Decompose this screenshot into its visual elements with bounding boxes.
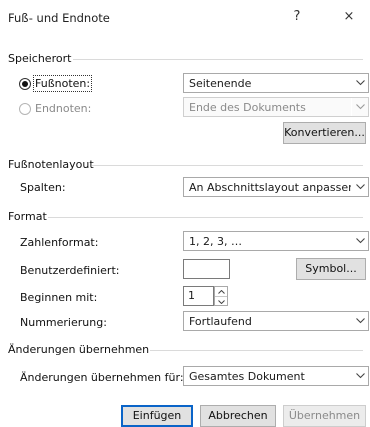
endnotes-position-select[interactable]: Ende des Dokuments: [183, 97, 369, 117]
section-divider: [92, 165, 363, 166]
dialog-title: Fuß- und Endnote: [8, 11, 110, 25]
chevron-down-icon: [351, 367, 368, 385]
footnotes-label: Fußnoten:: [32, 75, 93, 92]
convert-button[interactable]: Konvertieren...: [283, 122, 366, 144]
footnotes-position-select[interactable]: Seitenende: [183, 73, 369, 93]
endnotes-label: Endnoten:: [35, 102, 92, 115]
section-divider: [150, 350, 363, 351]
spin-up-icon[interactable]: [215, 287, 227, 296]
columns-label: Spalten:: [20, 181, 66, 194]
numbering-label: Nummerierung:: [20, 316, 107, 329]
number-format-value: 1, 2, 3, …: [189, 234, 242, 248]
numbering-select[interactable]: Fortlaufend: [183, 311, 369, 331]
numbering-value: Fortlaufend: [189, 314, 252, 328]
section-title-apply: Änderungen übernehmen: [8, 343, 150, 356]
endnotes-radio[interactable]: [19, 103, 31, 115]
insert-button[interactable]: Einfügen: [121, 405, 193, 427]
section-title-format: Format: [8, 210, 47, 223]
section-divider: [73, 59, 363, 60]
custom-mark-input[interactable]: [183, 259, 230, 279]
columns-value: An Abschnittslayout anpassen: [189, 180, 351, 194]
help-button[interactable]: ?: [283, 6, 311, 28]
section-divider: [48, 217, 363, 218]
spin-down-icon[interactable]: [215, 297, 227, 306]
footnotes-position-value: Seitenende: [189, 76, 252, 90]
symbol-button[interactable]: Symbol...: [296, 258, 366, 280]
start-at-label: Beginnen mit:: [20, 291, 98, 304]
apply-to-label: Änderungen übernehmen für:: [20, 371, 184, 384]
custom-mark-label: Benutzerdefiniert:: [20, 264, 120, 277]
chevron-down-icon: [351, 178, 368, 196]
endnotes-position-value: Ende des Dokuments: [189, 100, 306, 114]
chevron-down-icon: [351, 74, 368, 92]
section-title-location: Speicherort: [8, 52, 72, 65]
start-at-input[interactable]: 1: [183, 286, 214, 306]
chevron-down-icon: [351, 98, 368, 116]
columns-select[interactable]: An Abschnittslayout anpassen: [183, 177, 369, 197]
cancel-button[interactable]: Abbrechen: [200, 405, 276, 427]
close-button[interactable]: ×: [335, 6, 363, 28]
footnotes-radio[interactable]: [19, 78, 31, 90]
section-title-layout: Fußnotenlayout: [8, 158, 94, 171]
chevron-down-icon: [351, 232, 368, 250]
number-format-select[interactable]: 1, 2, 3, …: [183, 231, 369, 251]
apply-to-select[interactable]: Gesamtes Dokument: [183, 366, 369, 386]
number-format-label: Zahlenformat:: [20, 236, 99, 249]
apply-button[interactable]: Übernehmen: [283, 405, 366, 427]
apply-to-value: Gesamtes Dokument: [189, 369, 305, 383]
start-at-spinner[interactable]: [214, 286, 228, 306]
chevron-down-icon: [351, 312, 368, 330]
